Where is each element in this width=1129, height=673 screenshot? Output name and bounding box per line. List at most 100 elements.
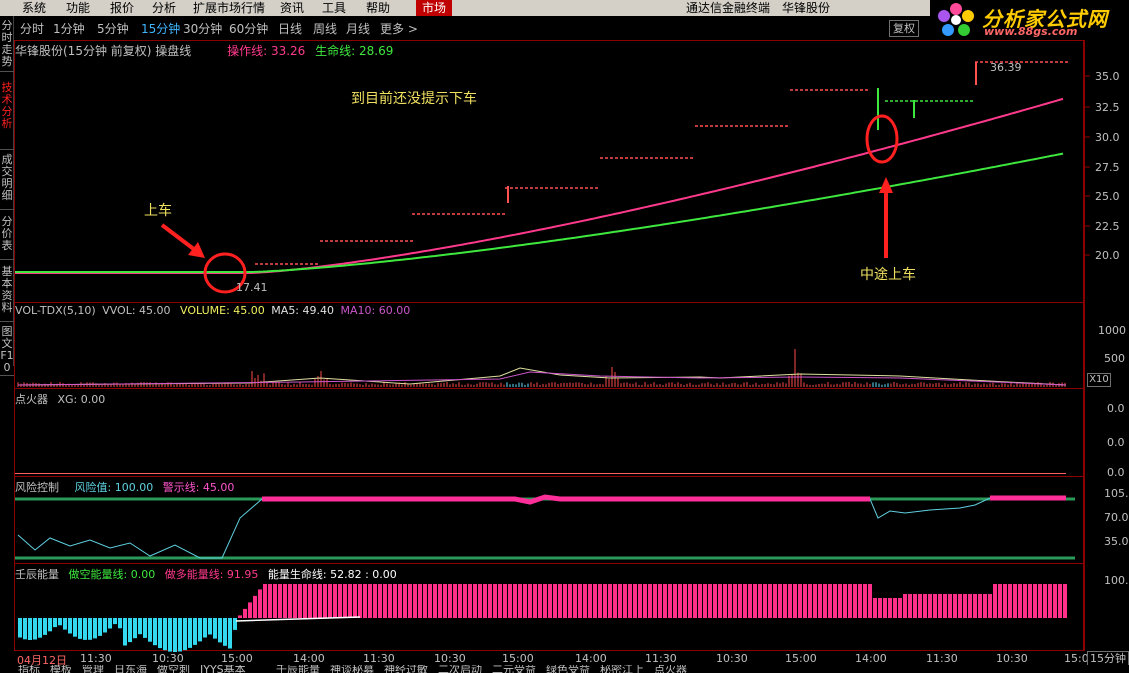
energy-bar-positive (753, 584, 757, 618)
side-tab-technical[interactable]: 技术分析 (0, 78, 14, 150)
indicator-tab[interactable]: 日东海 (114, 665, 147, 673)
menu-item-extended-market[interactable]: 扩展市场行情 (193, 0, 265, 16)
energy-bar-positive (268, 584, 272, 618)
period-tab-30min[interactable]: 30分钟 (183, 20, 222, 37)
energy-bar-negative (213, 618, 217, 639)
indicator-tab[interactable]: 指标 (18, 665, 40, 673)
energy-bar-positive (698, 584, 702, 618)
menu-item-news[interactable]: 资讯 (280, 0, 304, 16)
time-tick-label: 10:30 (434, 652, 466, 665)
energy-bar-positive (648, 584, 652, 618)
side-tab-fundamentals[interactable]: 基本资料 (0, 266, 14, 322)
risk-tick-35: 35.0 (1104, 535, 1129, 548)
period-tab-week[interactable]: 周线 (313, 20, 337, 37)
indicator-tab[interactable]: 秘密江上 (600, 665, 644, 673)
energy-bar-positive (633, 584, 637, 618)
menu-item-market[interactable]: 市场 (416, 0, 452, 16)
energy-bar-positive (668, 584, 672, 618)
indicator-tab[interactable]: 点火器 (654, 665, 687, 673)
side-tab-intraday[interactable]: 分时走势 (0, 20, 14, 72)
indicator-tab[interactable]: 神经过敏 (384, 665, 428, 673)
indicator-tab[interactable]: JYYS基本 (200, 665, 246, 673)
period-tab-5min[interactable]: 5分钟 (97, 20, 129, 37)
side-tab-price-table[interactable]: 分价表 (0, 216, 14, 260)
energy-bar-positive (823, 584, 827, 618)
menu-item-function[interactable]: 功能 (66, 0, 90, 16)
energy-bar-positive (308, 584, 312, 618)
energy-bar-positive (258, 589, 262, 618)
buy-label: 上车 (144, 200, 172, 220)
fuquan-button[interactable]: 复权 (889, 20, 919, 37)
menu-item-analysis[interactable]: 分析 (152, 0, 176, 16)
energy-bar-positive (843, 584, 847, 618)
vvol-label: VVOL: 45.00 (102, 304, 170, 317)
energy-bar-negative (183, 618, 187, 650)
life-line-label: 生命线: 28.69 (315, 44, 393, 58)
energy-bar-negative (48, 618, 52, 631)
ignite-tick-2: 0.0 (1107, 436, 1125, 449)
energy-bar-positive (443, 584, 447, 618)
menu-item-system[interactable]: 系统 (22, 0, 46, 16)
energy-bar-positive (483, 584, 487, 618)
period-tab-60min[interactable]: 60分钟 (229, 20, 268, 37)
energy-bar-positive (943, 594, 947, 618)
energy-bar-positive (333, 584, 337, 618)
energy-bar-positive (898, 598, 902, 618)
menu-item-tools[interactable]: 工具 (322, 0, 346, 16)
indicator-tab[interactable]: 管理 (82, 665, 104, 673)
indicator-tab[interactable]: 二次启动 (438, 665, 482, 673)
header-stock-name: 华锋股份 (782, 0, 830, 16)
price-tick-30: 30.0 (1095, 131, 1120, 144)
side-tab-trades[interactable]: 成交明细 (0, 154, 14, 210)
vol-ma5-series (18, 368, 1066, 385)
period-tab-intraday[interactable]: 分时 (20, 20, 44, 37)
energy-bar-positive (1013, 584, 1017, 618)
energy-bar-positive (543, 584, 547, 618)
menu-item-help[interactable]: 帮助 (366, 0, 390, 16)
energy-bar-positive (238, 615, 242, 618)
indicator-tab[interactable]: 模板 (50, 665, 72, 673)
period-tab-month[interactable]: 月线 (346, 20, 370, 37)
side-tab-f10[interactable]: 图文F10 (0, 326, 14, 376)
period-tab-day[interactable]: 日线 (278, 20, 302, 37)
indicator-tab[interactable]: 绿色受益 (546, 665, 590, 673)
energy-bar-negative (93, 618, 97, 638)
energy-bar-positive (393, 584, 397, 618)
time-tick-label: 15:00 (785, 652, 817, 665)
mid-buy-label: 中途上车 (860, 264, 916, 284)
energy-bar-positive (1058, 584, 1062, 618)
energy-bar-negative (88, 618, 92, 640)
energy-panel-header: 壬辰能量 做空能量线: 0.00 做多能量线: 91.95 能量生命线: 52.… (15, 566, 397, 582)
energy-bar-positive (448, 584, 452, 618)
energy-bar-positive (593, 584, 597, 618)
indicator-tab[interactable]: 壬辰能量 (276, 665, 320, 673)
time-tick-label: 10:30 (716, 652, 748, 665)
energy-bar-positive (908, 594, 912, 618)
energy-bar-positive (403, 584, 407, 618)
flower-logo-icon (936, 3, 976, 37)
time-tick-label: 11:30 (645, 652, 677, 665)
energy-bar-negative (103, 618, 107, 633)
energy-bar-positive (763, 584, 767, 618)
indicator-tab[interactable]: 做空刺 (157, 665, 190, 673)
period-tab-1min[interactable]: 1分钟 (53, 20, 85, 37)
energy-bar-positive (833, 584, 837, 618)
energy-bar-positive (673, 584, 677, 618)
side-tab-strip: 分时走势 技术分析 成交明细 分价表 基本资料 图文F10 (0, 16, 14, 366)
indicator-tab[interactable]: 神谈秘募 (330, 665, 374, 673)
energy-bar-negative (223, 618, 227, 646)
period-tab-15min[interactable]: 15分钟 (141, 20, 180, 37)
energy-bar-negative (173, 618, 177, 652)
indicator-tab[interactable]: 二元受益 (492, 665, 536, 673)
period-indicator-box[interactable]: 15分钟 (1087, 651, 1129, 666)
energy-bar-positive (738, 584, 742, 618)
energy-bar-positive (993, 584, 997, 618)
energy-bar-positive (768, 584, 772, 618)
menu-item-quote[interactable]: 报价 (110, 0, 134, 16)
energy-bar-positive (1063, 584, 1067, 618)
energy-bar-positive (398, 584, 402, 618)
energy-bar-negative (38, 618, 42, 638)
period-tab-more[interactable]: 更多 > (380, 20, 418, 37)
ignite-panel-header: 点火器 XG: 0.00 (15, 391, 105, 407)
energy-bar-positive (628, 584, 632, 618)
